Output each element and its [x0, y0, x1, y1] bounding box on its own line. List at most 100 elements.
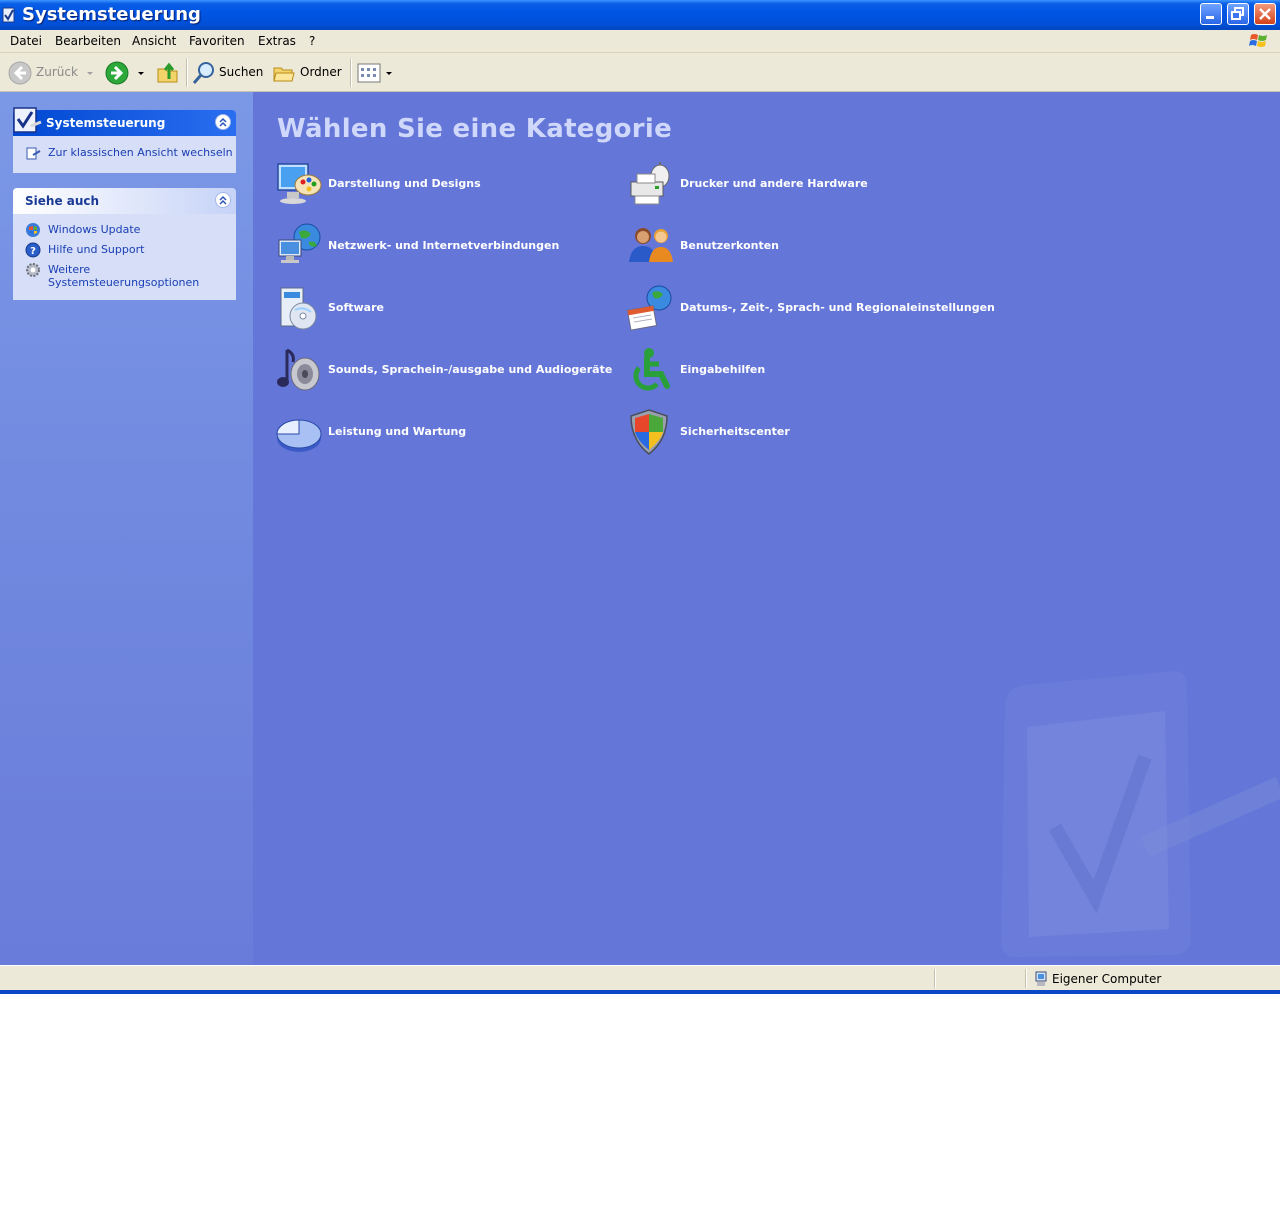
switch-classic-view-link[interactable]: Zur klassischen Ansicht wechseln — [48, 146, 233, 159]
menu-extras[interactable]: Extras — [258, 34, 296, 48]
content-area: Systemsteuerung Zur klassischen Ansicht … — [0, 92, 1280, 965]
window-bottom-border — [0, 990, 1280, 994]
search-icon — [192, 62, 214, 84]
help-icon: ? — [25, 242, 41, 258]
windows-logo-icon — [1249, 34, 1267, 47]
category-label: Leistung und Wartung — [328, 425, 467, 438]
category-label: Eingabehilfen — [680, 363, 766, 376]
menu-bar: Datei Bearbeiten Ansicht Favoriten Extra… — [0, 30, 1280, 53]
menu-favoriten[interactable]: Favoriten — [189, 34, 245, 48]
back-dropdown-icon — [87, 72, 93, 75]
folders-label: Ordner — [300, 65, 342, 79]
title-bar[interactable]: Systemsteuerung — [0, 0, 1280, 30]
category-accessibility[interactable]: Eingabehilfen — [627, 346, 927, 396]
category-sounds-audio[interactable]: Sounds, Sprachein-/ausgabe und Audiogerä… — [275, 346, 612, 396]
windows-update-icon — [26, 223, 40, 237]
printer-icon — [630, 162, 670, 205]
menu-bearbeiten[interactable]: Bearbeiten — [55, 34, 121, 48]
back-label: Zurück — [36, 65, 78, 79]
toolbar: Zurück Suchen Ordner — [0, 53, 1280, 92]
security-shield-icon — [630, 409, 668, 455]
category-date-time-region[interactable]: Datums-, Zeit-, Sprach- und Regionaleins… — [627, 284, 995, 334]
accessibility-icon — [633, 348, 670, 391]
toolbar-separator — [186, 59, 188, 87]
date-globe-icon — [627, 285, 672, 331]
svg-text:?: ? — [30, 246, 36, 257]
panel-title: Siehe auch — [25, 194, 100, 208]
minimize-icon — [1206, 16, 1214, 19]
window: Systemsteuerung Datei Bearbeiten Ansicht… — [0, 0, 1280, 994]
category-label: Sicherheitscenter — [680, 425, 790, 438]
forward-arrow-icon — [105, 61, 129, 85]
collapse-button[interactable] — [215, 114, 231, 130]
close-button[interactable] — [1254, 3, 1276, 25]
category-label: Darstellung und Designs — [328, 177, 481, 190]
more-options-link-line2[interactable]: Systemsteuerungsoptionen — [48, 276, 199, 289]
forward-dropdown-icon — [138, 72, 144, 75]
views-button[interactable] — [357, 61, 393, 85]
users-icon — [629, 228, 673, 262]
menu-datei[interactable]: Datei — [10, 34, 42, 48]
control-panel-task-box: Systemsteuerung Zur klassischen Ansicht … — [13, 107, 236, 173]
control-panel-watermark-icon — [1001, 671, 1280, 957]
switch-view-icon — [26, 147, 41, 160]
category-label: Benutzerkonten — [680, 239, 780, 252]
more-options-link[interactable]: Weitere — [48, 263, 90, 276]
panel-title: Systemsteuerung — [46, 116, 166, 130]
help-support-link[interactable]: Hilfe und Support — [48, 243, 144, 256]
up-folder-button[interactable] — [156, 61, 180, 85]
category-user-accounts[interactable]: Benutzerkonten — [627, 222, 927, 272]
folder-icon — [273, 67, 295, 82]
menu-help[interactable]: ? — [309, 34, 315, 48]
control-panel-icon — [2, 7, 15, 23]
category-label: Drucker und andere Hardware — [680, 177, 868, 190]
network-icon — [278, 223, 321, 263]
performance-icon — [276, 419, 322, 452]
task-pane: Systemsteuerung Zur klassischen Ansicht … — [0, 92, 253, 965]
collapse-button[interactable] — [215, 192, 231, 208]
search-label: Suchen — [219, 65, 264, 79]
back-button[interactable]: Zurück — [8, 61, 98, 85]
windows-update-link[interactable]: Windows Update — [48, 223, 140, 236]
up-folder-icon — [157, 62, 178, 83]
category-label: Sounds, Sprachein-/ausgabe und Audiogerä… — [328, 363, 613, 376]
category-label: Netzwerk- und Internetverbindungen — [328, 239, 560, 252]
close-icon — [1259, 8, 1271, 20]
control-panel-task-header[interactable]: Systemsteuerung — [13, 107, 236, 136]
search-button[interactable]: Suchen — [192, 61, 264, 85]
page-title: Wählen Sie eine Kategorie — [277, 114, 673, 144]
category-software[interactable]: Software — [275, 284, 575, 334]
back-arrow-icon — [8, 61, 32, 85]
minimize-button[interactable] — [1200, 3, 1222, 25]
control-panel-icon — [13, 107, 42, 133]
folders-button[interactable]: Ordner — [272, 61, 344, 85]
views-icon — [357, 63, 381, 83]
forward-button[interactable] — [105, 61, 149, 85]
status-bar: Eigener Computer — [0, 965, 1280, 991]
status-separator — [934, 969, 936, 988]
category-network[interactable]: Netzwerk- und Internetverbindungen — [275, 222, 575, 272]
toolbar-separator — [350, 59, 352, 87]
restore-button[interactable] — [1227, 3, 1249, 25]
views-dropdown-icon — [386, 72, 392, 75]
chevron-up-icon — [219, 117, 227, 127]
category-security-center[interactable]: Sicherheitscenter — [627, 408, 927, 458]
menu-ansicht[interactable]: Ansicht — [132, 34, 176, 48]
chevron-up-icon — [219, 195, 227, 205]
sound-icon — [277, 348, 320, 391]
window-title: Systemsteuerung — [22, 4, 201, 25]
category-performance-maintenance[interactable]: Leistung und Wartung — [275, 408, 575, 458]
appearance-icon — [277, 163, 322, 204]
category-label: Datums-, Zeit-, Sprach- und Regionaleins… — [680, 301, 995, 314]
category-label: Software — [328, 301, 384, 314]
status-location: Eigener Computer — [1052, 972, 1162, 986]
category-appearance[interactable]: Darstellung und Designs — [275, 160, 575, 210]
see-also-header[interactable]: Siehe auch — [13, 188, 236, 214]
my-computer-icon — [1035, 971, 1047, 986]
restore-icon — [1231, 7, 1244, 20]
see-also-task-box: Siehe auch Windows Update ? Hilfe und Su… — [13, 188, 236, 300]
gear-icon — [26, 263, 40, 277]
category-printers-hardware[interactable]: Drucker und andere Hardware — [627, 160, 927, 210]
software-icon — [280, 287, 317, 330]
status-separator — [1025, 969, 1027, 988]
